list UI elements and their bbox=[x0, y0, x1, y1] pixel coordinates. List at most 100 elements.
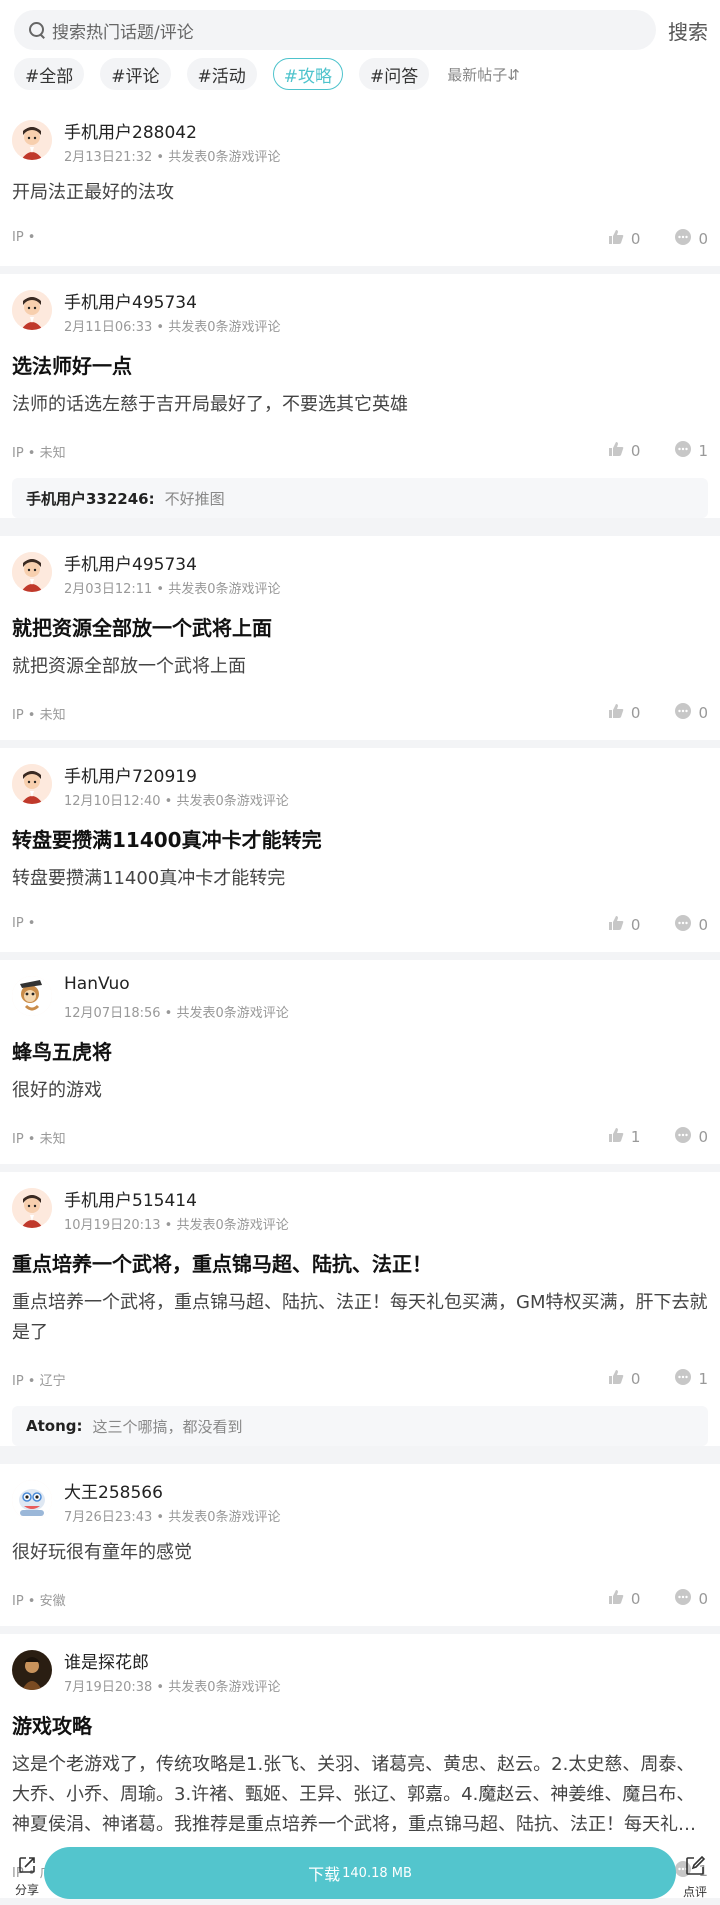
ip-location: IP • 未知 bbox=[12, 1132, 66, 1147]
comment-icon bbox=[674, 440, 692, 462]
post-feed: 手机用户288042 2月13日21:32 • 共发表0条游戏评论 开局法正最好的法… bbox=[0, 104, 720, 1898]
post-body[interactable]: 很好玩很有童年的感觉 bbox=[12, 1538, 708, 1568]
tab-review[interactable]: #评论 bbox=[100, 58, 171, 90]
post-username[interactable]: 手机用户720919 bbox=[64, 762, 197, 787]
like-count: 0 bbox=[630, 916, 641, 934]
post-meta: 12月07日18:56 • 共发表0条游戏评论 bbox=[64, 1006, 289, 1021]
post-footer: IP • 0 0 bbox=[12, 902, 708, 952]
search-placeholder: 搜索热门话题/评论 bbox=[52, 22, 194, 43]
post-username[interactable]: 手机用户288042 bbox=[64, 118, 197, 143]
post-username[interactable]: HanVuo bbox=[64, 974, 130, 994]
post-username[interactable]: 谁是探花郎 bbox=[64, 1648, 149, 1673]
sort-dropdown[interactable]: 最新帖子⇵ bbox=[447, 64, 520, 85]
like-button[interactable]: 0 bbox=[607, 1588, 641, 1610]
post-body[interactable]: 转盘要攒满11400真冲卡才能转完 bbox=[12, 864, 708, 894]
reply-preview[interactable]: 手机用户332246: 不好推图 bbox=[12, 478, 708, 518]
post-header: 手机用户515414 10月19日20:13 • 共发表0条游戏评论 bbox=[12, 1172, 708, 1236]
thumbs-up-icon bbox=[607, 1126, 625, 1148]
avatar[interactable] bbox=[12, 976, 52, 1016]
comment-button[interactable]: 0 bbox=[674, 228, 708, 250]
like-count: 1 bbox=[630, 1128, 641, 1146]
comment-button[interactable]: 0 bbox=[674, 1126, 708, 1148]
post-title[interactable]: 就把资源全部放一个武将上面 bbox=[12, 614, 708, 642]
ip-location: IP • 未知 bbox=[12, 708, 66, 723]
post-body[interactable]: 就把资源全部放一个武将上面 bbox=[12, 652, 708, 682]
post-meta: 7月26日23:43 • 共发表0条游戏评论 bbox=[64, 1510, 281, 1525]
comment-button[interactable]: 1 bbox=[674, 440, 708, 462]
post-title[interactable]: 游戏攻略 bbox=[12, 1712, 708, 1740]
review-button[interactable]: 点评 bbox=[678, 1855, 712, 1900]
tab-all[interactable]: #全部 bbox=[14, 58, 85, 90]
post-footer: IP • 未知 0 0 bbox=[12, 690, 708, 740]
post-header: 手机用户495734 2月11日06:33 • 共发表0条游戏评论 bbox=[12, 274, 708, 338]
comment-count: 0 bbox=[698, 1128, 708, 1146]
comment-icon bbox=[674, 1126, 692, 1148]
comment-button[interactable]: 1 bbox=[674, 1368, 708, 1390]
post-title[interactable]: 重点培养一个武将，重点锦马超、陆抗、法正！ bbox=[12, 1250, 708, 1278]
comment-button[interactable]: 0 bbox=[674, 702, 708, 724]
post-body[interactable]: 重点培养一个武将，重点锦马超、陆抗、法正！每天礼包买满，GM特权买满，肝下去就是… bbox=[12, 1288, 708, 1348]
comment-icon bbox=[674, 228, 692, 250]
post-title[interactable]: 选法师好一点 bbox=[12, 352, 708, 380]
like-button[interactable]: 0 bbox=[607, 1368, 640, 1390]
post-body[interactable]: 很好的游戏 bbox=[12, 1076, 708, 1106]
reply-username: 手机用户332246: bbox=[26, 489, 155, 508]
tab-guide[interactable]: #攻略 bbox=[272, 58, 343, 90]
post-actions: 01 bbox=[573, 1368, 708, 1390]
topic-tabs: #全部 #评论 #活动 #攻略 #问答 最新帖子⇵ bbox=[14, 58, 520, 90]
post-body[interactable]: 法师的话选左慈于吉开局最好了，不要选其它英雄 bbox=[12, 390, 708, 420]
ip-location: IP • bbox=[12, 230, 36, 245]
comment-button[interactable]: 0 bbox=[674, 914, 708, 936]
post-body[interactable]: 这是个老游戏了，传统攻略是1.张飞、关羽、诸葛亮、黄忠、赵云。2.太史慈、周泰、… bbox=[12, 1750, 708, 1840]
post-card[interactable]: 手机用户288042 2月13日21:32 • 共发表0条游戏评论 开局法正最好的法… bbox=[0, 104, 720, 266]
reply-preview[interactable]: Atong: 这三个哪搞，都没看到 bbox=[12, 1406, 708, 1446]
download-button[interactable]: 下载 140.18 MB bbox=[44, 1847, 676, 1899]
thumbs-up-icon bbox=[607, 228, 625, 250]
ip-location: IP • 安徽 bbox=[12, 1594, 66, 1609]
post-card[interactable]: 手机用户495734 2月11日06:33 • 共发表0条游戏评论选法师好一点 法师… bbox=[0, 274, 720, 518]
comment-icon bbox=[674, 1588, 692, 1610]
thumbs-up-icon bbox=[607, 1368, 625, 1390]
comment-count: 1 bbox=[698, 442, 708, 460]
download-label: 下载 bbox=[308, 1865, 341, 1884]
avatar[interactable] bbox=[12, 552, 52, 592]
tab-qa[interactable]: #问答 bbox=[359, 58, 430, 90]
post-actions: 00 bbox=[573, 1588, 708, 1610]
like-count: 0 bbox=[630, 1590, 641, 1608]
like-button[interactable]: 0 bbox=[607, 702, 641, 724]
like-button[interactable]: 0 bbox=[607, 228, 640, 250]
share-button[interactable]: 分享 bbox=[12, 1855, 42, 1898]
post-title[interactable]: 蜂鸟五虎将 bbox=[12, 1038, 708, 1066]
search-input[interactable]: 搜索热门话题/评论 bbox=[14, 10, 656, 50]
avatar[interactable] bbox=[12, 1480, 52, 1520]
like-button[interactable]: 0 bbox=[607, 440, 641, 462]
tab-activity[interactable]: #活动 bbox=[186, 58, 257, 90]
bottom-bar: 分享 下载 140.18 MB 点评 bbox=[0, 1845, 720, 1905]
ip-location: IP • bbox=[12, 916, 36, 931]
post-username[interactable]: 手机用户495734 bbox=[64, 288, 197, 313]
post-body[interactable]: 开局法正最好的法攻 bbox=[12, 178, 708, 208]
like-count: 0 bbox=[630, 704, 641, 722]
avatar[interactable] bbox=[12, 290, 52, 330]
search-button[interactable]: 搜索 bbox=[668, 16, 708, 45]
like-button[interactable]: 0 bbox=[607, 914, 641, 936]
post-card[interactable]: HanVuo 12月07日18:56 • 共发表0条游戏评论蜂鸟五虎将很好的游戏 I… bbox=[0, 960, 720, 1164]
post-username[interactable]: 手机用户495734 bbox=[64, 550, 197, 575]
avatar[interactable] bbox=[12, 120, 52, 160]
avatar[interactable] bbox=[12, 1650, 52, 1690]
post-footer: IP • 安徽 0 0 bbox=[12, 1576, 708, 1626]
like-count: 0 bbox=[630, 442, 641, 460]
post-card[interactable]: 手机用户515414 10月19日20:13 • 共发表0条游戏评论重点培养一个武… bbox=[0, 1172, 720, 1446]
post-card[interactable]: 手机用户720919 12月10日12:40 • 共发表0条游戏评论 转盘要攒满11… bbox=[0, 748, 720, 952]
post-card[interactable]: 大王258566 7月26日23:43 • 共发表0条游戏评论很好玩很有童年的感觉… bbox=[0, 1464, 720, 1626]
ip-location: IP • 辽宁 bbox=[12, 1374, 66, 1389]
avatar[interactable] bbox=[12, 764, 52, 804]
avatar[interactable] bbox=[12, 1188, 52, 1228]
post-card[interactable]: 手机用户495734 2月03日12:11 • 共发表0条游戏评论 就把资源全部放一… bbox=[0, 536, 720, 740]
post-title[interactable]: 转盘要攒满11400真冲卡才能转完 bbox=[12, 826, 708, 854]
post-username[interactable]: 手机用户515414 bbox=[64, 1186, 197, 1211]
like-button[interactable]: 1 bbox=[607, 1126, 641, 1148]
comment-button[interactable]: 0 bbox=[674, 1588, 708, 1610]
edit-icon bbox=[686, 1855, 706, 1875]
post-username[interactable]: 大王258566 bbox=[64, 1478, 163, 1503]
